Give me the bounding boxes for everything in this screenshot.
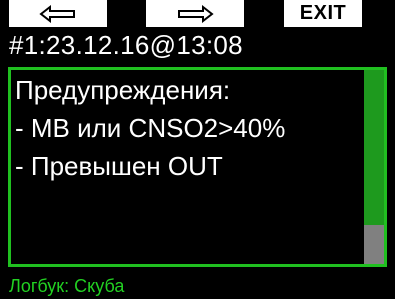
warning-item: - МВ или CNSO2>40% xyxy=(15,113,286,143)
scrollbar[interactable] xyxy=(364,70,384,264)
next-button[interactable] xyxy=(146,0,244,27)
scrollbar-thumb[interactable] xyxy=(364,70,384,225)
log-entry-title: #1:23.12.16@13:08 xyxy=(9,30,243,60)
left-arrow-icon xyxy=(39,4,75,23)
warnings-heading: Предупреждения: xyxy=(15,75,231,105)
warning-item: - Превышен OUT xyxy=(15,151,223,181)
exit-button[interactable]: EXIT xyxy=(284,0,362,27)
mode-label: Логбук: Скуба xyxy=(9,276,125,296)
previous-button[interactable] xyxy=(9,0,107,27)
warnings-list: Предупреждения: - МВ или CNSO2>40% - Пре… xyxy=(15,71,366,185)
warnings-panel: Предупреждения: - МВ или CNSO2>40% - Пре… xyxy=(8,67,387,267)
right-arrow-icon xyxy=(178,4,214,23)
exit-label: EXIT xyxy=(299,2,347,24)
